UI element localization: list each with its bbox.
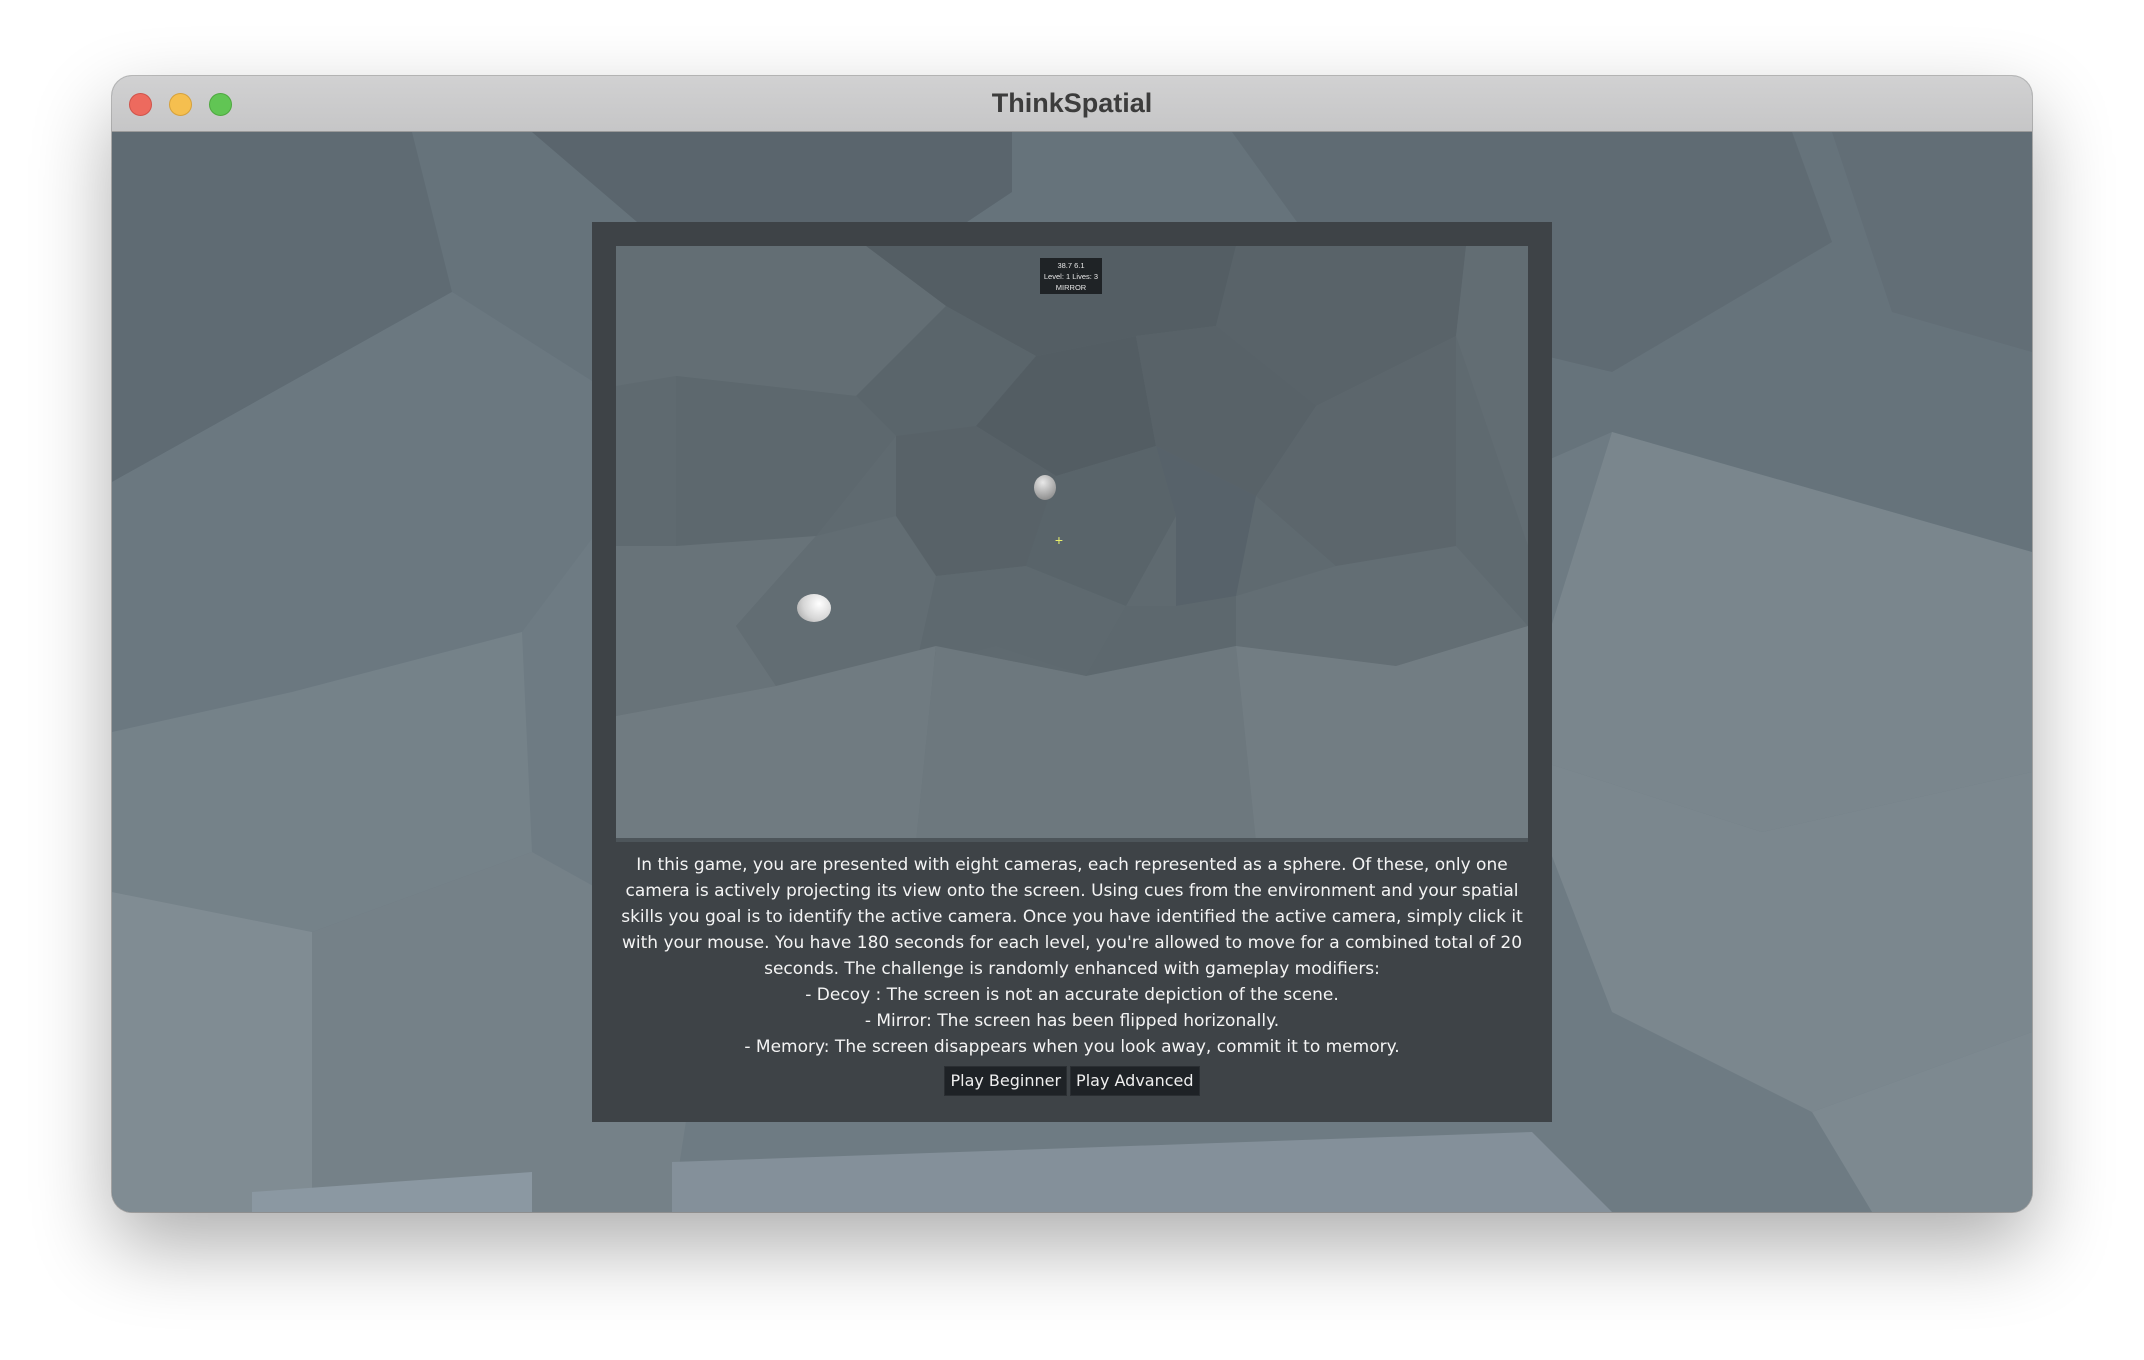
modifier-memory: - Memory: The screen disappears when you…: [744, 1037, 1400, 1057]
instructions: In this game, you are presented with eig…: [616, 852, 1528, 1060]
hud-status: 38.7 6.1 Level: 1 Lives: 3 MIRROR: [1040, 258, 1102, 294]
play-buttons: Play Beginner Play Advanced: [592, 1066, 1552, 1096]
hud-modifier: MIRROR: [1055, 283, 1087, 292]
game-panel: 38.7 6.1 Level: 1 Lives: 3 MIRROR + In t…: [592, 222, 1552, 1122]
instructions-intro: In this game, you are presented with eig…: [621, 855, 1523, 979]
title-bar[interactable]: ThinkSpatial: [112, 76, 2032, 132]
modifier-mirror: - Mirror: The screen has been flipped ho…: [864, 1011, 1280, 1031]
camera-screen[interactable]: 38.7 6.1 Level: 1 Lives: 3 MIRROR +: [616, 246, 1528, 842]
modifier-decoy: - Decoy : The screen is not an accurate …: [805, 985, 1339, 1005]
hud-timer: 38.7 6.1: [1057, 261, 1085, 270]
crosshair-icon: +: [1054, 532, 1064, 548]
game-scene[interactable]: 38.7 6.1 Level: 1 Lives: 3 MIRROR + In t…: [112, 132, 2032, 1212]
camera-view: [616, 246, 1528, 838]
camera-sphere[interactable]: [797, 594, 831, 622]
play-beginner-button[interactable]: Play Beginner: [944, 1066, 1068, 1096]
window-title: ThinkSpatial: [991, 88, 1153, 118]
play-advanced-button[interactable]: Play Advanced: [1070, 1066, 1200, 1096]
hud-level-lives: Level: 1 Lives: 3: [1043, 272, 1099, 281]
camera-sphere[interactable]: [1034, 475, 1056, 500]
app-window: ThinkSpatial 38.7 6.1 Level: 1 Lives: 3 …: [112, 76, 2032, 1212]
